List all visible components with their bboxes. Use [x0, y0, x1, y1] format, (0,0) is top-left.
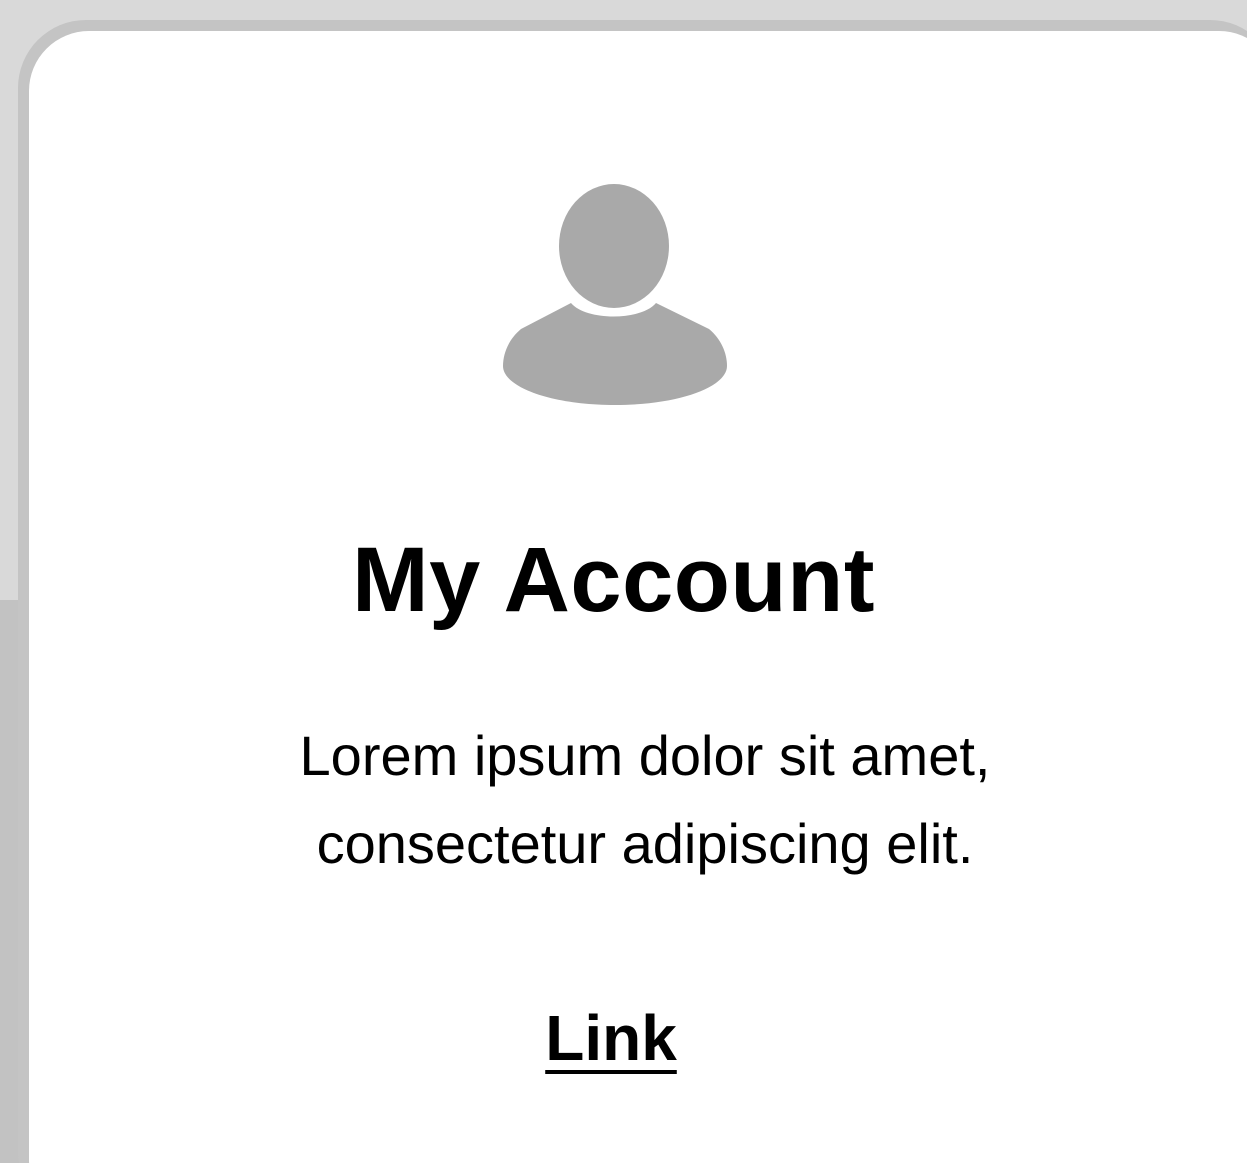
- card-link[interactable]: Link: [0, 1000, 1222, 1076]
- card-description: Lorem ipsum dolor sit amet, consectetur …: [299, 724, 991, 875]
- card-title: My Account: [352, 529, 875, 631]
- user-icon: [501, 183, 729, 407]
